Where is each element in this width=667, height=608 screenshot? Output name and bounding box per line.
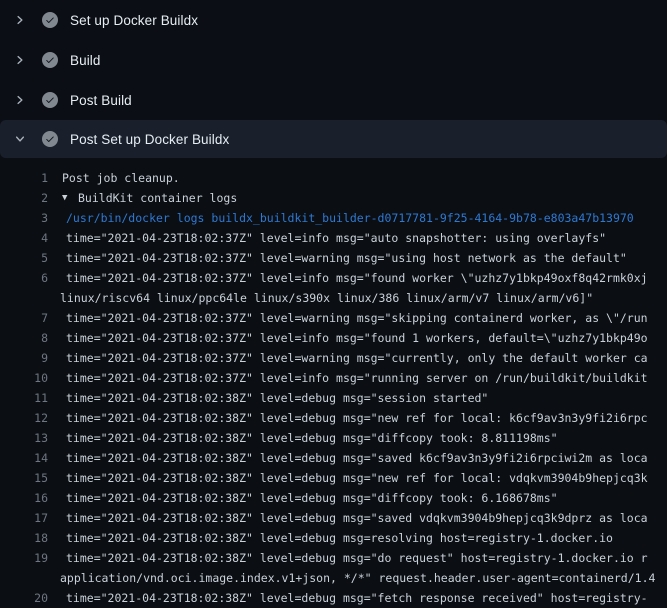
log-text: time="2021-04-23T18:02:38Z" level=debug …	[66, 468, 648, 488]
log-line: 3/usr/bin/docker logs buildx_buildkit_bu…	[0, 208, 667, 228]
log-line: 7 time="2021-04-23T18:02:37Z" level=warni…	[0, 308, 667, 328]
step-label: Build	[70, 53, 101, 68]
log-line: 17 time="2021-04-23T18:02:38Z" level=debu…	[0, 508, 667, 528]
log-text: time="2021-04-23T18:02:38Z" level=debug …	[66, 528, 613, 548]
chevron-right-icon	[12, 52, 28, 68]
log-line: 16 time="2021-04-23T18:02:38Z" level=debu…	[0, 488, 667, 508]
chevron-right-icon	[12, 12, 28, 28]
log-line: 5 time="2021-04-23T18:02:37Z" level=warni…	[0, 248, 667, 268]
log-text: time="2021-04-23T18:02:38Z" level=debug …	[66, 408, 648, 428]
log-line: 19 time="2021-04-23T18:02:38Z" level=debu…	[0, 548, 667, 568]
log-line: 12 time="2021-04-23T18:02:38Z" level=debu…	[0, 408, 667, 428]
log-text: linux/riscv64 linux/ppc64le linux/s390x …	[60, 288, 593, 308]
line-number[interactable]: 10	[0, 368, 48, 388]
log-text: time="2021-04-23T18:02:38Z" level=debug …	[66, 548, 648, 568]
check-circle-icon	[42, 52, 58, 68]
log-line: 1 Post job cleanup.	[0, 168, 667, 188]
line-number[interactable]: 7	[0, 308, 48, 328]
step-header-post-build[interactable]: Post Build	[0, 80, 667, 120]
step-header-set-up-docker-buildx[interactable]: Set up Docker Buildx	[0, 0, 667, 40]
check-circle-icon	[42, 12, 58, 28]
line-number[interactable]: 2	[0, 188, 48, 208]
log-command-text: /usr/bin/docker logs buildx_buildkit_bui…	[66, 208, 634, 228]
log-line: 2 ▼ BuildKit container logs	[0, 188, 667, 208]
chevron-right-icon	[12, 92, 28, 108]
line-number[interactable]: 6	[0, 268, 48, 288]
log-line: 13 time="2021-04-23T18:02:38Z" level=debu…	[0, 428, 667, 448]
line-number[interactable]: 16	[0, 488, 48, 508]
actions-log-viewer: Set up Docker Buildx Build Post Build Post …	[0, 0, 667, 600]
line-number[interactable]: 19	[0, 548, 48, 568]
line-number[interactable]: 18	[0, 528, 48, 548]
log-text: time="2021-04-23T18:02:38Z" level=debug …	[66, 448, 648, 468]
log-line: 8 time="2021-04-23T18:02:37Z" level=info …	[0, 328, 667, 348]
line-number[interactable]: 13	[0, 428, 48, 448]
log-line: 20 time="2021-04-23T18:02:38Z" level=debu…	[0, 588, 667, 608]
line-number[interactable]: 8	[0, 328, 48, 348]
line-number[interactable]: 1	[0, 168, 48, 188]
line-number[interactable]: 15	[0, 468, 48, 488]
log-line: 14 time="2021-04-23T18:02:38Z" level=debu…	[0, 448, 667, 468]
step-label: Set up Docker Buildx	[70, 13, 198, 28]
log-text: BuildKit container logs	[78, 188, 237, 208]
log-line: 15 time="2021-04-23T18:02:38Z" level=debu…	[0, 468, 667, 488]
log-text: time="2021-04-23T18:02:37Z" level=warnin…	[66, 248, 627, 268]
log-text: Post job cleanup.	[62, 168, 180, 188]
log-text: time="2021-04-23T18:02:38Z" level=debug …	[66, 588, 648, 608]
line-number[interactable]: 4	[0, 228, 48, 248]
log-text: time="2021-04-23T18:02:38Z" level=debug …	[66, 388, 488, 408]
log-line: 18 time="2021-04-23T18:02:38Z" level=debu…	[0, 528, 667, 548]
log-text: time="2021-04-23T18:02:37Z" level=warnin…	[66, 348, 648, 368]
log-line: 6 time="2021-04-23T18:02:37Z" level=info …	[0, 268, 667, 288]
log-text: time="2021-04-23T18:02:38Z" level=debug …	[66, 508, 648, 528]
line-number[interactable]: 17	[0, 508, 48, 528]
line-number[interactable]: 9	[0, 348, 48, 368]
line-number[interactable]: 12	[0, 408, 48, 428]
steps-list: Set up Docker Buildx Build Post Build Post …	[0, 0, 667, 158]
log-line: 4 time="2021-04-23T18:02:37Z" level=info …	[0, 228, 667, 248]
log-text: time="2021-04-23T18:02:37Z" level=warnin…	[66, 308, 648, 328]
line-number[interactable]: 5	[0, 248, 48, 268]
log-line: 9 time="2021-04-23T18:02:37Z" level=warni…	[0, 348, 667, 368]
log-text: time="2021-04-23T18:02:37Z" level=info m…	[66, 228, 606, 248]
step-header-post-set-up-docker-buildx[interactable]: Post Set up Docker Buildx	[0, 120, 667, 158]
chevron-down-icon	[12, 131, 28, 147]
log-text: time="2021-04-23T18:02:38Z" level=debug …	[66, 428, 558, 448]
line-number[interactable]: 11	[0, 388, 48, 408]
step-label: Post Set up Docker Buildx	[70, 132, 229, 147]
line-number[interactable]: 3	[0, 208, 48, 228]
group-collapse-toggle-icon[interactable]: ▼	[62, 188, 67, 208]
log-text: time="2021-04-23T18:02:37Z" level=info m…	[66, 328, 648, 348]
step-label: Post Build	[70, 93, 132, 108]
step-header-build[interactable]: Build	[0, 40, 667, 80]
log-panel: 1 Post job cleanup. 2 ▼ BuildKit container l…	[0, 158, 667, 600]
log-line: 10 time="2021-04-23T18:02:37Z" level=info…	[0, 368, 667, 388]
log-text: time="2021-04-23T18:02:37Z" level=info m…	[66, 268, 648, 288]
line-number[interactable]: 20	[0, 588, 48, 608]
log-line: 11 time="2021-04-23T18:02:38Z" level=debu…	[0, 388, 667, 408]
check-circle-icon	[42, 131, 58, 147]
log-text: time="2021-04-23T18:02:38Z" level=debug …	[66, 488, 558, 508]
line-number[interactable]: 14	[0, 448, 48, 468]
log-text: time="2021-04-23T18:02:37Z" level=info m…	[66, 368, 648, 388]
check-circle-icon	[42, 92, 58, 108]
log-text: application/vnd.oci.image.index.v1+json,…	[60, 568, 655, 588]
log-line: linux/riscv64 linux/ppc64le linux/s390x …	[0, 288, 667, 308]
log-line: application/vnd.oci.image.index.v1+json,…	[0, 568, 667, 588]
